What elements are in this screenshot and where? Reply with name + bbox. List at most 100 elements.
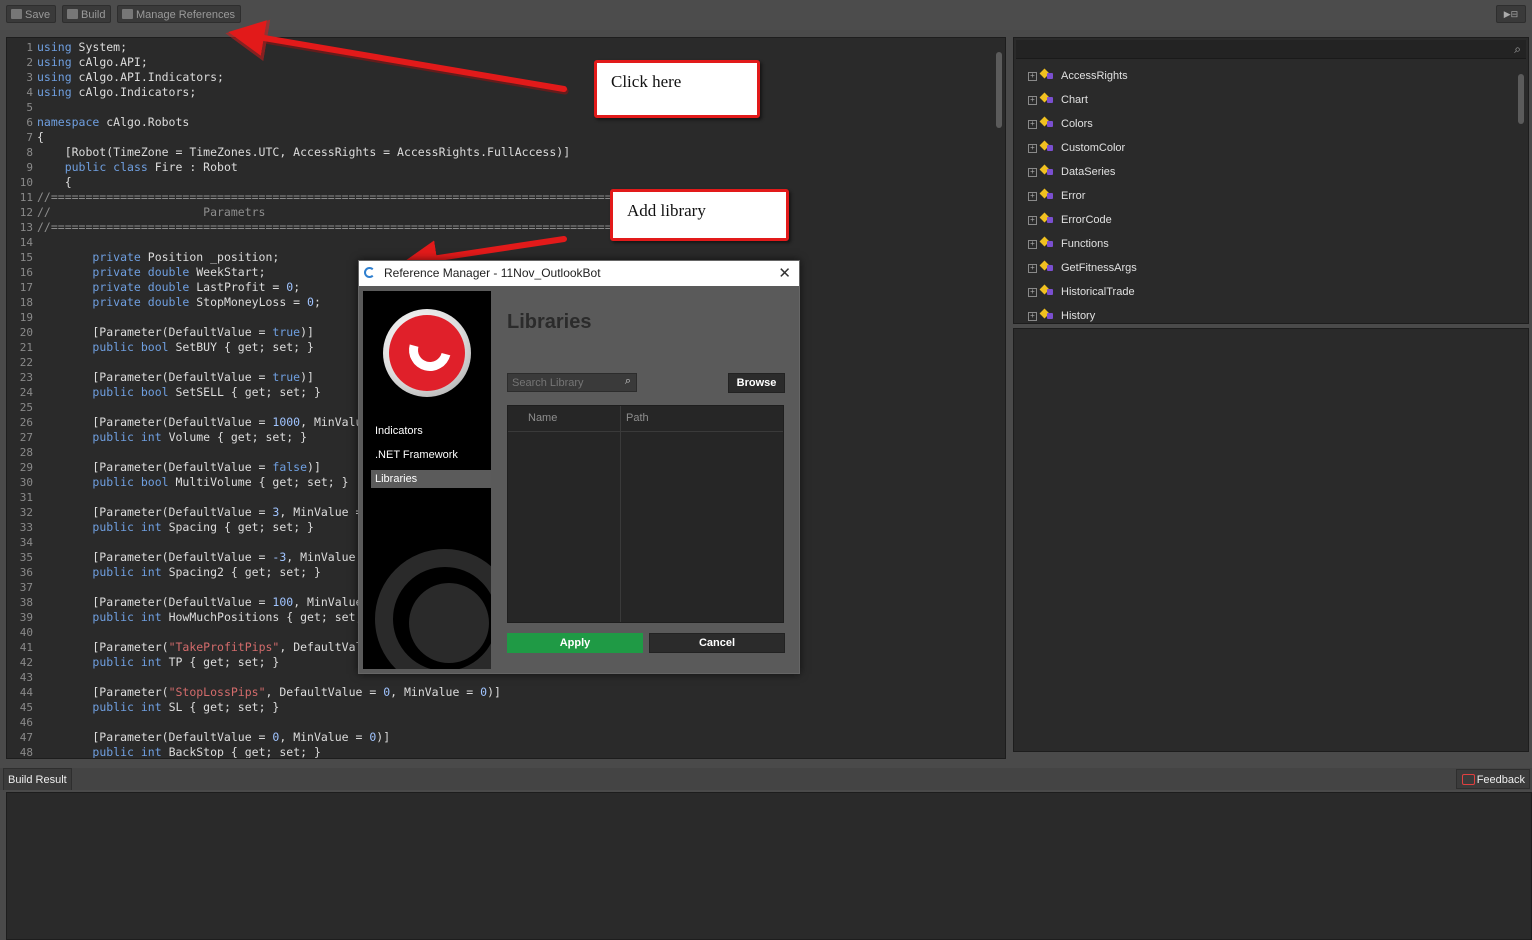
- tree-scrollbar-thumb[interactable]: [1518, 74, 1524, 124]
- expand-icon[interactable]: +: [1028, 240, 1037, 249]
- code-line[interactable]: public bool SetSELL { get; set; }: [37, 385, 321, 400]
- code-line[interactable]: [Parameter(DefaultValue = 100, MinValue …: [37, 595, 404, 610]
- code-line[interactable]: //======================================…: [37, 190, 674, 205]
- expand-icon[interactable]: +: [1028, 144, 1037, 153]
- tree-item[interactable]: + HistoricalTrade: [1028, 284, 1135, 300]
- expand-icon[interactable]: +: [1028, 72, 1037, 81]
- code-line[interactable]: public bool SetBUY { get; set; }: [37, 340, 314, 355]
- line-number: 7: [26, 131, 33, 144]
- type-icon: [1041, 309, 1055, 321]
- type-icon: [1041, 141, 1055, 153]
- nav-libraries[interactable]: Libraries: [371, 470, 491, 488]
- save-button[interactable]: Save: [6, 5, 57, 23]
- code-line[interactable]: // Parametrs: [37, 205, 265, 220]
- column-header-name[interactable]: Name: [528, 406, 557, 431]
- feedback-icon: [1461, 774, 1475, 785]
- build-button[interactable]: Build: [62, 5, 112, 23]
- nav-net-framework[interactable]: .NET Framework: [371, 446, 491, 464]
- line-number: 32: [19, 506, 33, 519]
- tree-item[interactable]: + History: [1028, 308, 1095, 324]
- tree-item-label: ErrorCode: [1061, 214, 1112, 226]
- expand-icon[interactable]: +: [1028, 192, 1037, 201]
- editor-scrollbar[interactable]: [993, 38, 1005, 758]
- tree-item[interactable]: + Chart: [1028, 92, 1088, 108]
- cancel-button[interactable]: Cancel: [649, 633, 785, 653]
- nav-indicators[interactable]: Indicators: [371, 422, 491, 440]
- code-line[interactable]: public int HowMuchPositions { get; set; …: [37, 610, 376, 625]
- tree-item[interactable]: + Error: [1028, 188, 1085, 204]
- library-table[interactable]: Name Path: [507, 405, 784, 623]
- tree-item[interactable]: + Colors: [1028, 116, 1093, 132]
- code-line[interactable]: private double WeekStart;: [37, 265, 265, 280]
- code-line[interactable]: [Robot(TimeZone = TimeZones.UTC, AccessR…: [37, 145, 570, 160]
- tree-item[interactable]: + CustomColor: [1028, 140, 1125, 156]
- api-search-box[interactable]: ⌕: [1016, 40, 1526, 59]
- type-icon: [1041, 117, 1055, 129]
- expand-icon[interactable]: +: [1028, 216, 1037, 225]
- expand-icon[interactable]: +: [1028, 168, 1037, 177]
- tab-build-result[interactable]: Build Result: [3, 768, 72, 790]
- code-line[interactable]: //======================================…: [37, 220, 674, 235]
- code-line[interactable]: public int TP { get; set; }: [37, 655, 279, 670]
- expand-icon[interactable]: +: [1028, 288, 1037, 297]
- search-icon[interactable]: ⌕: [1514, 42, 1521, 57]
- browse-button[interactable]: Browse: [728, 373, 785, 393]
- line-number: 31: [19, 491, 33, 504]
- tree-item[interactable]: + AccessRights: [1028, 68, 1128, 84]
- search-icon[interactable]: ⌕: [625, 375, 631, 388]
- code-line[interactable]: public class Fire : Robot: [37, 160, 238, 175]
- feedback-button[interactable]: Feedback: [1455, 769, 1530, 789]
- line-number: 29: [19, 461, 33, 474]
- expand-icon[interactable]: +: [1028, 120, 1037, 129]
- tree-item[interactable]: + DataSeries: [1028, 164, 1115, 180]
- tree-item-label: Functions: [1061, 238, 1109, 250]
- code-line[interactable]: private Position _position;: [37, 250, 279, 265]
- code-line[interactable]: using cAlgo.API.Indicators;: [37, 70, 224, 85]
- line-number: 24: [19, 386, 33, 399]
- column-header-path[interactable]: Path: [626, 406, 649, 431]
- line-number: 15: [19, 251, 33, 264]
- dialog-titlebar[interactable]: Reference Manager - 11Nov_OutlookBot ✕: [359, 261, 799, 286]
- code-line[interactable]: [Parameter(DefaultValue = true)]: [37, 325, 314, 340]
- code-line[interactable]: private double StopMoneyLoss = 0;: [37, 295, 321, 310]
- apply-button[interactable]: Apply: [507, 633, 643, 653]
- code-line[interactable]: private double LastProfit = 0;: [37, 280, 300, 295]
- tree-item[interactable]: + Functions: [1028, 236, 1109, 252]
- code-line[interactable]: [Parameter(DefaultValue = 0, MinValue = …: [37, 730, 390, 745]
- code-line[interactable]: public int SL { get; set; }: [37, 700, 279, 715]
- code-line[interactable]: using cAlgo.API;: [37, 55, 148, 70]
- dialog-sidebar: Indicators .NET Framework Libraries: [363, 291, 491, 669]
- tree-scrollbar[interactable]: [1516, 62, 1526, 320]
- tree-item-label: AccessRights: [1061, 70, 1128, 82]
- code-line[interactable]: public int Volume { get; set; }: [37, 430, 307, 445]
- panel-toggle-button[interactable]: ▶⊟: [1496, 5, 1526, 23]
- code-line[interactable]: public bool MultiVolume { get; set; }: [37, 475, 348, 490]
- close-icon[interactable]: ✕: [778, 261, 791, 286]
- code-line[interactable]: [Parameter("StopLossPips", DefaultValue …: [37, 685, 501, 700]
- manage-references-button[interactable]: Manage References: [117, 5, 242, 23]
- code-line[interactable]: namespace cAlgo.Robots: [37, 115, 189, 130]
- ctrader-logo: [383, 309, 471, 397]
- expand-icon[interactable]: +: [1028, 264, 1037, 273]
- tree-item[interactable]: + ErrorCode: [1028, 212, 1112, 228]
- tree-item[interactable]: + GetFitnessArgs: [1028, 260, 1137, 276]
- editor-scrollbar-thumb[interactable]: [996, 52, 1002, 128]
- code-line[interactable]: [Parameter(DefaultValue = true)]: [37, 370, 314, 385]
- code-line[interactable]: using System;: [37, 40, 127, 55]
- code-line[interactable]: [Parameter(DefaultValue = 3, MinValue = …: [37, 505, 390, 520]
- code-line[interactable]: public int Spacing2 { get; set; }: [37, 565, 321, 580]
- line-number: 41: [19, 641, 33, 654]
- code-line[interactable]: using cAlgo.Indicators;: [37, 85, 196, 100]
- library-search-input[interactable]: [508, 374, 624, 391]
- code-line[interactable]: {: [37, 130, 44, 145]
- code-line[interactable]: {: [37, 175, 72, 190]
- line-number: 40: [19, 626, 33, 639]
- reference-manager-dialog: Reference Manager - 11Nov_OutlookBot ✕ I…: [358, 260, 800, 674]
- code-line[interactable]: public int Spacing { get; set; }: [37, 520, 314, 535]
- library-search-field[interactable]: ⌕: [507, 373, 637, 392]
- expand-icon[interactable]: +: [1028, 312, 1037, 321]
- code-line[interactable]: [Parameter(DefaultValue = false)]: [37, 460, 321, 475]
- line-number: 1: [26, 41, 33, 54]
- expand-icon[interactable]: +: [1028, 96, 1037, 105]
- code-line[interactable]: public int BackStop { get; set; }: [37, 745, 321, 758]
